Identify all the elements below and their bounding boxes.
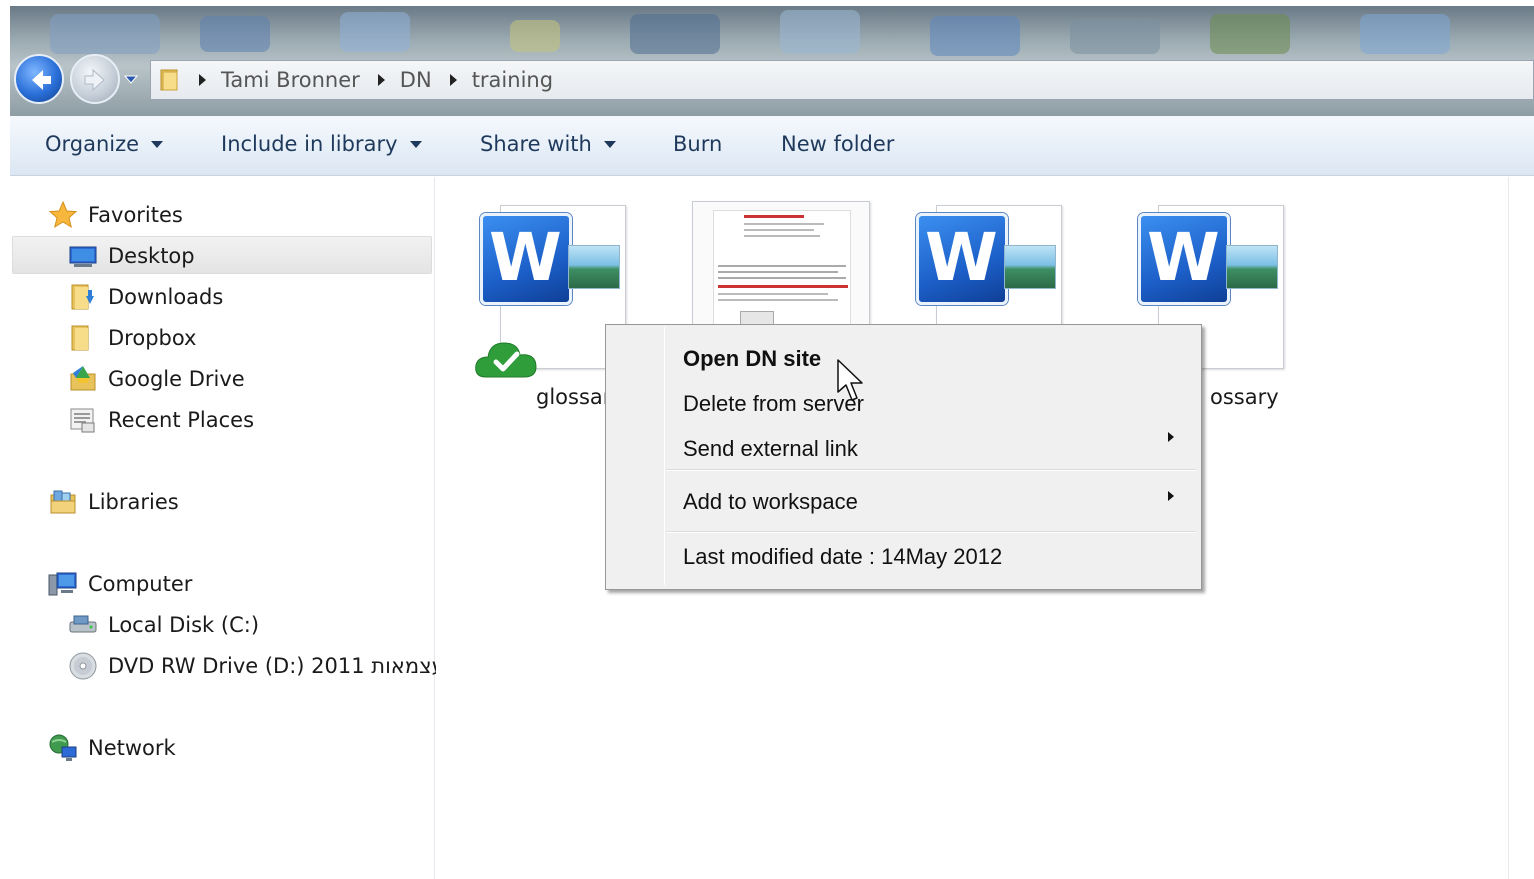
menu-icon-gutter [664,327,665,585]
forward-arrow-icon [84,68,105,92]
menu-separator [666,469,1196,471]
menu-separator [666,531,1196,533]
nav-libraries-label: Libraries [88,490,179,514]
back-button[interactable] [14,54,64,104]
share-with-button[interactable]: Share with [480,132,616,156]
nav-network[interactable]: Network [48,729,176,767]
forward-button[interactable] [70,54,120,104]
nav-dvd-drive-label: DVD RW Drive (D:) 2011 עצמאות [108,654,445,678]
submenu-arrow-icon [1168,491,1174,501]
chevron-down-icon [409,140,422,148]
recent-places-icon [68,405,98,435]
thumbnail-heading-line [744,215,804,218]
nav-recent-places[interactable]: Recent Places [68,401,254,439]
desktop-icon [68,241,98,271]
address-bar[interactable]: Tami Bronner DN training [150,60,1534,100]
new-folder-label: New folder [781,132,895,156]
thumbnail-page [713,210,851,342]
menu-item-send-external-link[interactable]: Send external link [683,436,858,462]
recent-pages-dropdown[interactable] [124,72,138,86]
dropbox-folder-icon [68,323,98,353]
thumbnail-text-line [744,235,820,237]
share-with-label: Share with [480,132,592,156]
thumbnail-text-line [744,223,824,225]
chevron-down-icon [151,140,164,148]
nav-favorites[interactable]: Favorites [48,196,183,234]
image-preview-icon [1226,245,1278,289]
google-drive-icon [68,364,98,394]
title-bar: Tami Bronner DN training [10,6,1534,116]
context-menu: Open DN site Delete from server Send ext… [605,324,1202,590]
menu-item-last-modified: Last modified date : 14May 2012 [683,544,1003,569]
network-icon [48,733,78,763]
libraries-icon [48,487,78,517]
organize-label: Organize [45,132,140,156]
include-in-library-button[interactable]: Include in library [221,132,422,156]
breadcrumb-separator [199,74,206,86]
star-icon [48,200,78,230]
include-in-library-label: Include in library [221,132,398,156]
nav-local-disk[interactable]: Local Disk (C:) [68,606,259,644]
nav-google-drive-label: Google Drive [108,367,245,391]
breadcrumb-dn[interactable]: DN [400,68,432,92]
mouse-pointer-icon [837,359,863,401]
nav-google-drive[interactable]: Google Drive [68,360,245,398]
word-doc-icon: W [1138,213,1230,305]
hard-drive-icon [68,610,98,640]
thumbnail-text-line [744,229,814,231]
nav-dropbox-label: Dropbox [108,326,197,350]
nav-dvd-drive[interactable]: DVD RW Drive (D:) 2011 עצמאות [68,647,445,685]
nav-computer[interactable]: Computer [48,565,192,603]
burn-label: Burn [673,132,723,156]
image-preview-icon [1004,245,1056,289]
computer-icon [48,569,78,599]
nav-favorites-label: Favorites [88,203,183,227]
nav-desktop[interactable]: Desktop [68,237,195,275]
menu-item-open-dn-site[interactable]: Open DN site [683,346,821,372]
menu-item-add-to-workspace[interactable]: Add to workspace [683,489,858,515]
burn-button[interactable]: Burn [673,132,722,156]
thumbnail-text-line [718,265,846,267]
new-folder-button[interactable]: New folder [781,132,894,156]
dvd-disc-icon [68,651,98,681]
nav-dropbox[interactable]: Dropbox [68,319,196,357]
nav-computer-label: Computer [88,572,193,596]
downloads-folder-icon [68,282,98,312]
synced-cloud-icon [475,342,537,378]
submenu-arrow-icon [1168,432,1174,442]
nav-downloads-label: Downloads [108,285,224,309]
breadcrumb-training[interactable]: training [472,68,553,92]
nav-recent-places-label: Recent Places [108,408,255,432]
thumbnail-text-line [718,299,838,301]
breadcrumb-separator [449,74,457,86]
thumbnail-text-line [718,293,828,295]
nav-network-label: Network [88,736,176,760]
thumbnail-text-line [718,277,846,279]
thumbnail-text-line [718,271,838,273]
command-bar: Organize Include in library Share with B… [10,116,1534,176]
navigation-pane: Favorites Desktop Downloads Dropbox Goog [10,177,445,879]
file-label-glossary-partial: ossary [1210,385,1279,409]
word-doc-icon: W [916,213,1008,305]
breadcrumb-separator [377,74,385,86]
breadcrumb-tami-bronner[interactable]: Tami Bronner [221,68,360,92]
organize-button[interactable]: Organize [45,132,164,156]
back-arrow-icon [32,70,51,90]
chevron-down-icon [603,140,616,148]
scrollbar-track[interactable] [1508,177,1534,879]
word-doc-icon: W [480,213,572,305]
nav-local-disk-label: Local Disk (C:) [108,613,260,637]
nav-desktop-label: Desktop [108,244,195,268]
folder-icon [159,68,181,92]
thumbnail-heading-line [718,285,848,288]
nav-libraries[interactable]: Libraries [48,483,179,521]
image-preview-icon [568,245,620,289]
nav-downloads[interactable]: Downloads [68,278,223,316]
